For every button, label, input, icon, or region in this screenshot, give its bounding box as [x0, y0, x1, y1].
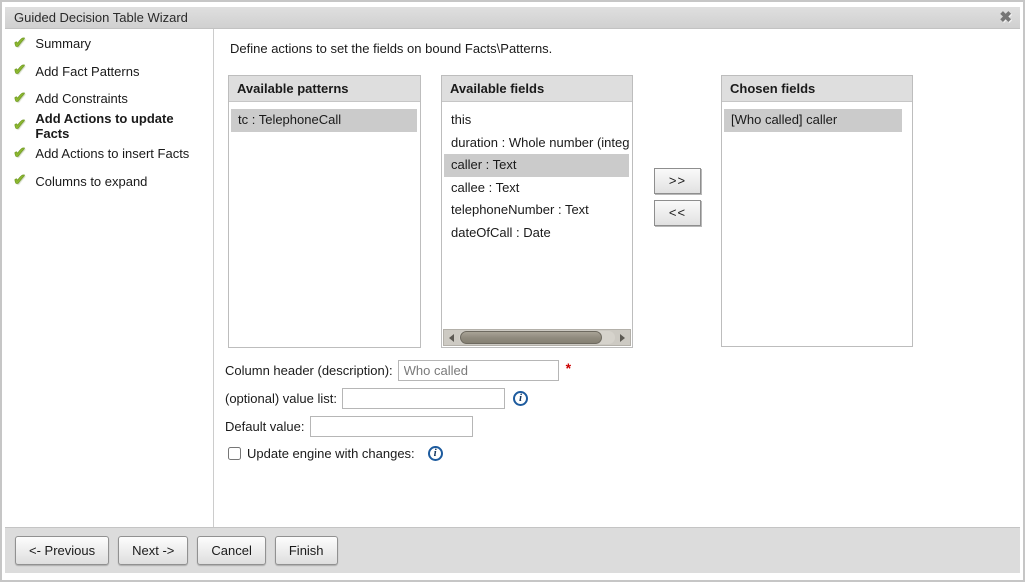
wizard-step-label: Add Actions to insert Facts: [35, 146, 189, 161]
update-engine-checkbox[interactable]: [228, 447, 241, 460]
wizard-step-2[interactable]: ✔ Add Constraints: [8, 85, 208, 113]
info-icon[interactable]: i: [513, 391, 528, 406]
column-header-row: Column header (description): *: [225, 360, 571, 381]
wizard-step-1[interactable]: ✔ Add Fact Patterns: [8, 58, 208, 86]
green-check-icon: ✔: [13, 60, 26, 80]
column-header-input[interactable]: [398, 360, 559, 381]
chosen-fields-header: Chosen fields: [722, 76, 912, 102]
scroll-right-button[interactable]: [615, 330, 630, 345]
list-item[interactable]: dateOfCall : Date: [444, 222, 629, 245]
green-check-icon: ✔: [13, 33, 26, 53]
finish-button[interactable]: Finish: [275, 536, 338, 565]
available-patterns-header: Available patterns: [229, 76, 420, 102]
list-item[interactable]: tc : TelephoneCall: [231, 109, 417, 132]
cancel-button[interactable]: Cancel: [197, 536, 265, 565]
list-item[interactable]: duration : Whole number (integer): [444, 132, 629, 155]
scrollbar-track[interactable]: [459, 331, 615, 344]
remove-field-button[interactable]: <<: [654, 200, 701, 226]
default-value-input[interactable]: [310, 416, 473, 437]
default-value-label: Default value:: [225, 419, 305, 434]
green-check-icon: ✔: [13, 115, 26, 135]
list-item[interactable]: caller : Text: [444, 154, 629, 177]
available-fields-list[interactable]: thisduration : Whole number (integer)cal…: [442, 102, 632, 328]
default-value-row: Default value:: [225, 416, 473, 437]
column-header-label: Column header (description):: [225, 363, 393, 378]
chosen-fields-list[interactable]: [Who called] caller: [722, 102, 912, 346]
page-instruction: Define actions to set the fields on boun…: [230, 41, 552, 56]
wizard-step-5[interactable]: ✔ Columns to expand: [8, 168, 208, 196]
dialog-titlebar: Guided Decision Table Wizard ✖: [5, 7, 1020, 29]
scroll-left-button[interactable]: [444, 330, 459, 345]
green-check-icon: ✔: [13, 170, 26, 190]
list-item[interactable]: [Who called] caller: [724, 109, 902, 132]
wizard-step-label: Add Fact Patterns: [35, 64, 139, 79]
add-field-button[interactable]: >>: [654, 168, 701, 194]
right-arrow-icon: [620, 334, 625, 342]
sidebar-divider: [213, 29, 214, 527]
chosen-fields-listbox[interactable]: Chosen fields [Who called] caller: [721, 75, 913, 347]
list-item[interactable]: callee : Text: [444, 177, 629, 200]
info-icon[interactable]: i: [428, 446, 443, 461]
update-engine-row: Update engine with changes: i: [228, 446, 443, 461]
wizard-step-label: Add Constraints: [35, 91, 128, 106]
available-fields-listbox[interactable]: Available fields thisduration : Whole nu…: [441, 75, 633, 348]
close-icon[interactable]: ✖: [999, 8, 1012, 26]
value-list-row: (optional) value list: i: [225, 388, 528, 409]
update-engine-label: Update engine with changes:: [247, 446, 415, 461]
scrollbar-thumb[interactable]: [460, 331, 602, 344]
required-asterisk: *: [566, 360, 571, 376]
wizard-step-0[interactable]: ✔ Summary: [8, 30, 208, 58]
wizard-footer: <- Previous Next -> Cancel Finish: [5, 527, 1020, 573]
wizard-step-label: Summary: [35, 36, 91, 51]
green-check-icon: ✔: [13, 88, 26, 108]
available-fields-header: Available fields: [442, 76, 632, 102]
list-item[interactable]: telephoneNumber : Text: [444, 199, 629, 222]
next-button[interactable]: Next ->: [118, 536, 188, 565]
wizard-step-label: Columns to expand: [35, 174, 147, 189]
horizontal-scrollbar[interactable]: [443, 329, 631, 346]
wizard-steps-sidebar: ✔ Summary ✔ Add Fact Patterns ✔ Add Constrain…: [8, 30, 208, 195]
available-patterns-list[interactable]: tc : TelephoneCall: [229, 102, 420, 347]
available-patterns-listbox[interactable]: Available patterns tc : TelephoneCall: [228, 75, 421, 348]
left-arrow-icon: [449, 334, 454, 342]
dialog-title: Guided Decision Table Wizard: [5, 10, 188, 25]
wizard-step-4[interactable]: ✔ Add Actions to insert Facts: [8, 140, 208, 168]
wizard-step-3[interactable]: ✔ Add Actions to update Facts: [8, 113, 208, 141]
green-check-icon: ✔: [13, 143, 26, 163]
previous-button[interactable]: <- Previous: [15, 536, 109, 565]
value-list-input[interactable]: [342, 388, 505, 409]
wizard-step-label: Add Actions to update Facts: [35, 111, 208, 141]
list-item[interactable]: this: [444, 109, 629, 132]
value-list-label: (optional) value list:: [225, 391, 337, 406]
